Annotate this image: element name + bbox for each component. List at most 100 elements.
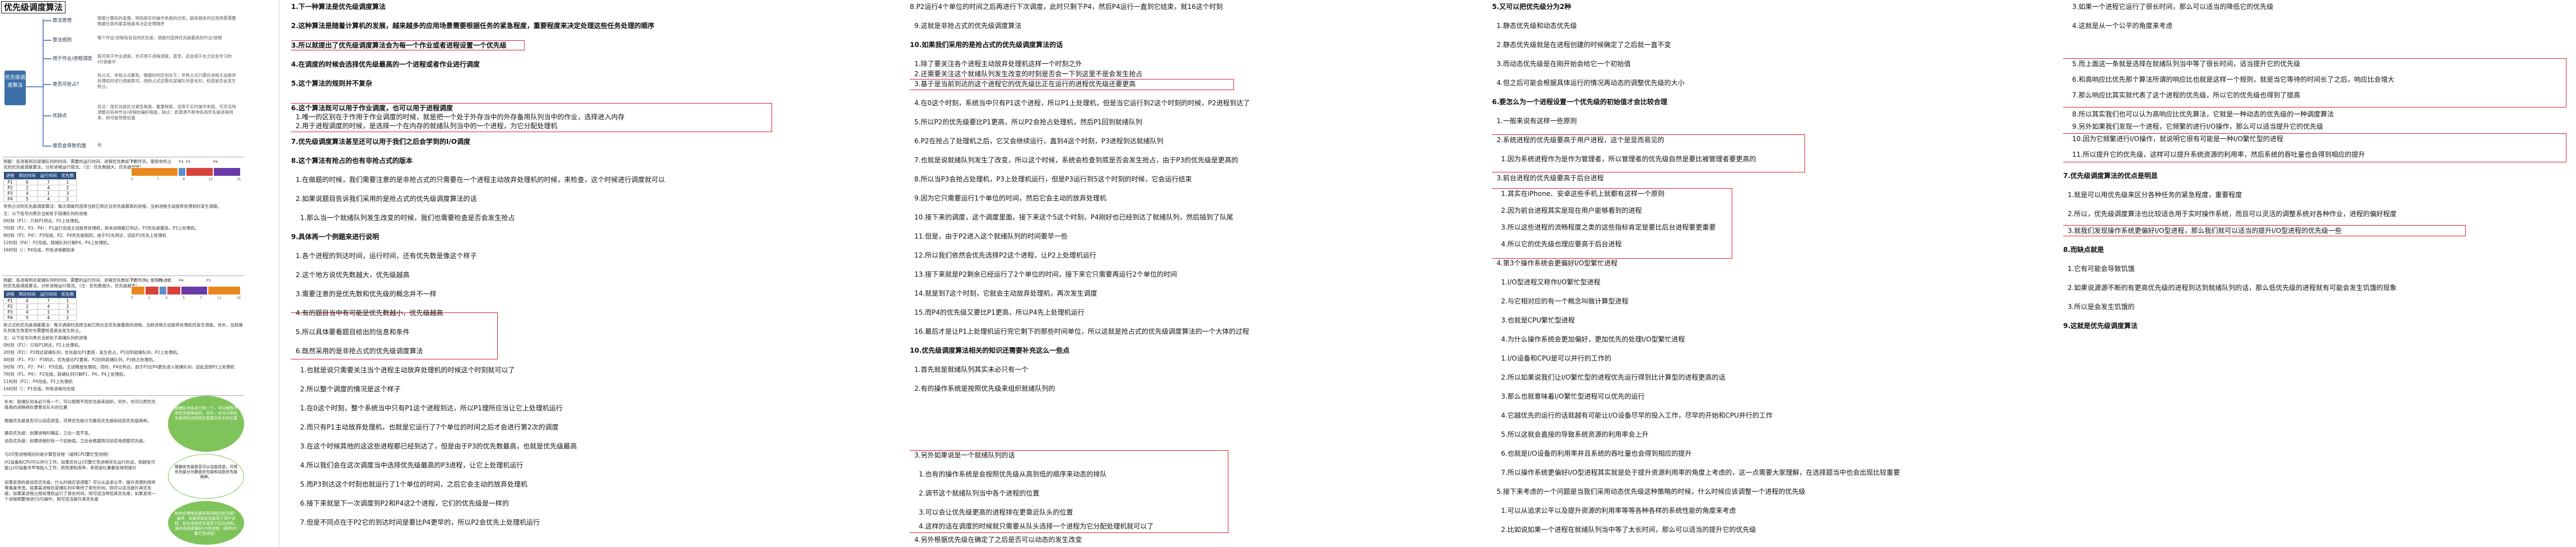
mind-map-branch: 算法思想	[53, 18, 72, 24]
example-note: 抢占式的优先级调度算法：每次调度时选择当前已到达且优先级最高的进程。当前进程主动…	[3, 322, 243, 333]
mind-map-branch: 优缺点	[53, 113, 67, 119]
gantt-ticks: 0 7 8 12 16	[131, 177, 241, 181]
mind-map-branch: 算法规则	[53, 38, 72, 43]
note-line: 14.就是到7这个时刻，它就会主动放弃处理机，再次发生调度	[914, 289, 1097, 297]
process-table: 进程 到达时间 运行时间 优先数 P1 0 7 1 P2 2 4 2 P3 4 1 3 P4 5 4 2	[3, 172, 77, 202]
table-row: P4 5 4 2	[3, 196, 77, 202]
gantt-segment	[159, 286, 167, 295]
gantt-segment	[207, 286, 241, 295]
mind-map-root: 优先级调度算法	[4, 71, 26, 105]
example-note: 11时刻（P1）：P4完成，P1上处理机	[3, 379, 73, 384]
note-line: 1.那么当一个就绪队列发生改变的时候，我们也需要检查是否会发生抢占	[300, 214, 515, 222]
supplement-note: 补充：就绪队列未必只有一个，可以按照不同优先级来组织。另外，也可以把优先级高的进…	[4, 399, 156, 410]
note-line: 2.而只有P1主动放弃处理机，也就是它运行了7个单位的时间之后才会进行第2次的调…	[300, 423, 559, 431]
column-header: 运行时间	[38, 172, 59, 180]
speech-bubble: 根据优先级是否可以动态改变，可将优先级分为静态优先级和动态优先级两种。	[168, 454, 244, 499]
supplement-section: 补充：就绪队列未必只有一个，可以按照不同优先级来组织。另外，也可以把优先级高的进…	[2, 395, 244, 546]
example-note: 8时刻（P2、P4）：P3完成，P2、P4优先级相同，由于P2先到达，因此P2优…	[3, 233, 167, 238]
note-line: 15.而P4的优先级又要比P1更高，所以P4先上处理机运行	[914, 308, 1084, 316]
gantt-ticks: 0 2 4 5 7 11 16	[131, 296, 241, 300]
example-note: 注：以下括号内表示当前处于就绪队列的进程	[3, 335, 87, 340]
mind-map: 优先级调度算法 算法思想 随着计算机的发展，特别是实时操作系统的出现，越来越多的…	[2, 15, 243, 153]
note-line: 1.静态优先级和动态优先级	[1497, 22, 1577, 30]
note-line: 9.这就是优先级调度算法	[2063, 322, 2138, 330]
note-line: 3.在这个时候其他的这这些进程都已经到达了，但是由于P3的优先数最高，也就是优先…	[300, 442, 577, 450]
gantt-labels: P1 P3 P2 P4	[131, 160, 218, 164]
note-line: 1.因为系统进程作为是作为管理者，所以管理者的优先级自然是要比被管理者要更高的	[1501, 155, 1756, 163]
note-line: 8.所以其实我们也可以认为高响应比优先算法，它就是一种动态的优先级的一种调度算法	[2072, 110, 2334, 118]
note-line: 8.P2运行4个单位的时间之后再进行下次调度，此时只剩下P4，然后P4运行一直到…	[910, 3, 1223, 11]
process-table: 进程 到达时间 运行时间 优先数 P1 0 7 1 P2 2 4 2 P3 4 1 3 P4 5 4 2	[3, 291, 77, 321]
note-line: 4.另外根据优先级在确定了之后是否可以动态的发生改变	[914, 536, 1082, 544]
note-line: 6.P2在抢占了处理机之后，它又会继续运行，直到4这个时刻，P3进程到达就绪队列	[914, 137, 1163, 145]
supplement-note: I/O设备和CPU可以并行工作。如果优先让I/O繁忙型进程优先运行的话，则越有可…	[4, 460, 156, 470]
supplement-note: 与I/O型进程相对的是计算型进程（或称CPU繁忙型进程）	[4, 452, 111, 457]
note-line: 6.这个算法既可以用于作业调度，也可以用于进程调度	[291, 104, 453, 112]
mind-map-note: 既可用于作业调度，也可用于进程调度。甚至，还会用于在之后会学习的I/O调度中	[97, 54, 232, 64]
note-line: 1.也就是说只需要关注当个进程主动放弃处理机的时候这个时刻就可以了	[300, 366, 515, 374]
note-line: 9.具体再一个例题来进行说明	[291, 233, 379, 241]
note-line: 12.所以我们依然会优先选择P2这个进程，让P2上处理机运行	[914, 251, 1096, 259]
column-header: 优先数	[59, 172, 76, 180]
note-line: 4.在调度的时候会选择优先级最高的一个进程或者作业进行调度	[291, 60, 480, 68]
table-row: P4 5 4 2	[3, 315, 77, 321]
note-line: 6.既然采用的是非抢占式的优先级调度算法	[296, 347, 423, 355]
note-line: 3.需要注意的是优先数和优先级的概念并不一样	[296, 290, 437, 298]
note-line: 3.也就是CPU繁忙型进程	[1501, 316, 1575, 324]
note-line: 2.还需要关注这个就绪队列发生改变的时刻是否会一下到这里不是会发生抢占	[914, 70, 1143, 78]
note-line: 1.I/O设备和CPU是可以并行的工作的	[1501, 354, 1611, 362]
note-line: 7.但是不同点在于P2它的到达时间是要比P4更早的，所以P2会优先上处理机运行	[300, 518, 540, 526]
note-line: 4.所以它的优先级也理应要高于后台进程	[1501, 240, 1622, 248]
note-line: 3.基于是当前到达的这个进程它的优先级比正在运行的进程优先级还要更高	[914, 80, 1136, 88]
note-line: 6.接下来就是下一次调度到P2和P4这2个进程，它们的优先级是一样的	[300, 499, 509, 507]
mind-map-note: 优点：用优先级区分紧急程度、重要程度，适用于实时操作系统。可灵活地调整对各种作业…	[97, 104, 236, 120]
note-line: 3.所以这些进程的流畅程度之类的这些指标肯定是要比后台进程要更重要	[1501, 223, 1716, 231]
note-line: 4.第3个操作系统会更偏好I/O型繁忙进程	[1497, 259, 1618, 267]
note-line: 4.所以我们会在这次调度当中选择优先级最高的P3进程，让它上处理机运行	[300, 461, 523, 469]
note-line: 13.接下来就是P2剩余已经运行了2个单位的时间，接下来它只需要再运行2个单位的…	[914, 270, 1177, 278]
example-note: 16时刻（）：P1完成，所有进程均完成	[3, 386, 75, 391]
gantt-chart	[131, 167, 241, 176]
example-note: 16时刻（）：P4完成，所有进程都结束	[3, 247, 75, 253]
notes-column-2: 8.P2运行4个单位的时间之后再进行下次调度，此时只剩下P4，然后P4运行一直到…	[910, 0, 1489, 547]
column-header: 优先数	[59, 291, 76, 298]
notes-column-1: 1.下一种算法是优先级调度算法 2.这种算法是随着计算机的发展，越来越多的应用场…	[291, 0, 901, 547]
note-line: 5.接下来考虑的一个问题是当我们采用动态优先级这种策略的时候，什么时候应该调整一…	[1497, 488, 1806, 495]
note-line: 7.也就是说就绪队列发生了改变，所以这个时候，系统会检查到底是否会发生抢占，由于…	[914, 156, 1238, 164]
note-line: 2.所以，优先级调度算法也比较适合用于实时操作系统，而且可以灵活的调整系统对各种…	[2068, 210, 2397, 218]
note-line: 16.最后才是让P1上处理机运行完它剩下的那些时间单位，所以这就是抢占式的优先级…	[914, 328, 1249, 335]
gantt-segment	[131, 286, 145, 295]
note-line: 10.优先级调度算法相关的知识还需要补充这么一些点	[910, 347, 1070, 354]
note-line: 2.这个地方说优先数越大，优先级越高	[296, 271, 410, 279]
table-row: P2 2 4 2	[3, 303, 77, 310]
column-header: 进程	[3, 291, 17, 298]
note-line: 1.就是可以用优先级来区分各种任务的紧急程度，重要程度	[2068, 191, 2242, 199]
example-note: 非抢占式的优先级调度算法：每次调度时选择当前已到达且优先级最高的进程。当前进程主…	[3, 204, 222, 209]
note-line: 3.而动态优先级是在刚开始会给它一个初始值	[1497, 60, 1631, 68]
note-line: 2.所以如果说我们让I/O繁忙型的进程优先运行得到比计算型的进程更高的话	[1501, 373, 1726, 381]
note-line: 1.各个进程的到达时间，运行时间，还有优先数是像这个样子	[296, 252, 477, 260]
note-line: 10.因为它频繁进行I/O操作，就说明它很有可能是一种I/O繁忙型的进程	[2072, 135, 2284, 143]
note-line: 5.而P3到达这个时刻也就运行了1个单位的时间，之后它会主动的放弃处理机	[300, 480, 527, 488]
notes-column-3: 5.又可以把优先级分为2种 1.静态优先级和动态优先级 2.静态优先级就是在进程…	[1492, 0, 2055, 547]
note-line: 2.系统进程的优先级要高于用户进程，这个是显而易见的	[1497, 136, 1665, 144]
note-line: 3.可以会让优先级更高的进程排在更靠近队头的位置	[919, 508, 1073, 516]
non-preemptive-example: 例题：各进程到达就绪队列的时间、需要的运行时间、进程优先数如下表所示。使用非抢占…	[2, 157, 244, 275]
example-note: 注：以下括号内表示当前处于就绪队列的进程	[3, 211, 87, 216]
mind-map-note: 每个作业/进程有各自的优先级，调度时选择优先级最高的作业/进程	[97, 35, 222, 40]
table-row: P2 2 4 2	[3, 185, 77, 191]
note-line: 4.有的题目当中有可能是优先数越小，优先级越高	[296, 309, 443, 317]
speech-bubble: 就绪队列未必只有一个，可以按照不同优先级来组织。另外，也可以把优先级高的进程排在…	[168, 396, 244, 452]
note-line: 1.唯一的区别在于作用于作业调度的时候，就是把一个处于外存当中的外存备用队列当中…	[296, 113, 625, 121]
note-line: 1.一般来说有这样一些原则	[1497, 117, 1577, 125]
mind-map-note: 抢占式、非抢占式都有。做题时的区别在于：非抢占式只需在进程主动放弃处理机时进行调…	[97, 73, 236, 89]
mind-map-note: 随着计算机的发展，特别是实时操作系统的出现，越来越多的应用场景需要根据任务的紧急…	[97, 16, 236, 26]
column-header: 到达时间	[16, 172, 38, 180]
example-note: 12时刻（P4）：P2完成，就绪队列只剩P4，P4上处理机。	[3, 240, 111, 245]
note-line: 7.那么响应比其实就代表了这个进程的优先级，所以它的优先级也得到了提高	[2072, 91, 2301, 99]
note-line: 10.接下来的调度，这个调度里面，接下来这个5这个时刻，P4刚好也已经到达了就绪…	[914, 213, 1233, 221]
supplement-note: 如果采用的是动态优先级，什么时候应该调整？可以从追求公平、提升资源利用率等角度考…	[4, 480, 156, 502]
note-line: 1.在0这个时刻，整个系统当中只有P1这个进程到达，所以P1理所应当让它上处理机…	[300, 404, 563, 412]
note-line: 6.也就是I/O设备的利用率并且系统的吞吐量也会得到相应的提升	[1501, 450, 1692, 457]
note-line: 3.如果一个进程它运行了很长时间，那么可以适当的降低它的优先级	[2072, 3, 2274, 11]
